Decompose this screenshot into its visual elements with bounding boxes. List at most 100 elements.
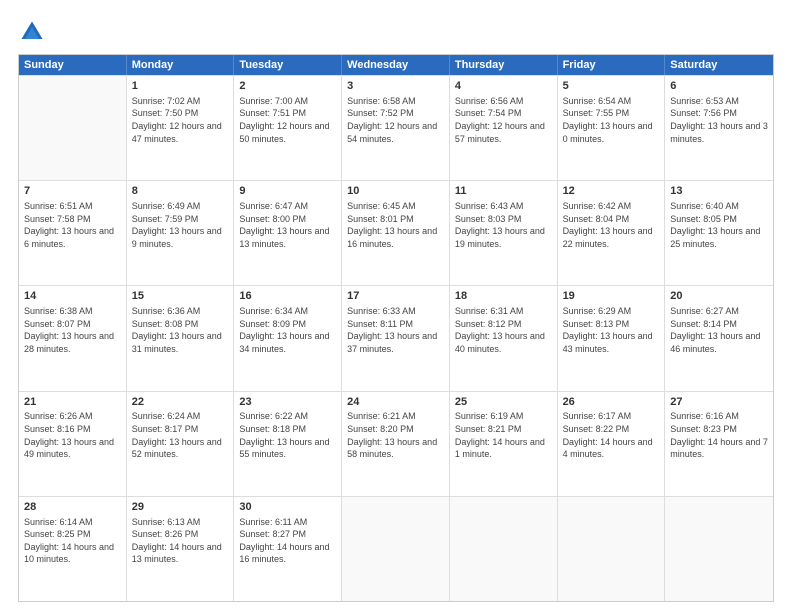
- calendar-cell: 8Sunrise: 6:49 AM Sunset: 7:59 PM Daylig…: [127, 181, 235, 285]
- calendar-cell: 5Sunrise: 6:54 AM Sunset: 7:55 PM Daylig…: [558, 76, 666, 180]
- day-number: 1: [132, 79, 229, 94]
- day-number: 30: [239, 500, 336, 515]
- calendar-week-3: 14Sunrise: 6:38 AM Sunset: 8:07 PM Dayli…: [19, 285, 773, 390]
- cell-sun-info: Sunrise: 6:33 AM Sunset: 8:11 PM Dayligh…: [347, 305, 444, 355]
- day-number: 13: [670, 184, 768, 199]
- day-number: 23: [239, 395, 336, 410]
- calendar-cell: 13Sunrise: 6:40 AM Sunset: 8:05 PM Dayli…: [665, 181, 773, 285]
- calendar-cell: 4Sunrise: 6:56 AM Sunset: 7:54 PM Daylig…: [450, 76, 558, 180]
- day-number: 22: [132, 395, 229, 410]
- calendar-week-5: 28Sunrise: 6:14 AM Sunset: 8:25 PM Dayli…: [19, 496, 773, 601]
- day-number: 4: [455, 79, 552, 94]
- cell-sun-info: Sunrise: 6:21 AM Sunset: 8:20 PM Dayligh…: [347, 410, 444, 460]
- header-day-thursday: Thursday: [450, 55, 558, 75]
- calendar-cell: 7Sunrise: 6:51 AM Sunset: 7:58 PM Daylig…: [19, 181, 127, 285]
- calendar-cell: [450, 497, 558, 601]
- day-number: 24: [347, 395, 444, 410]
- day-number: 8: [132, 184, 229, 199]
- logo-icon: [18, 18, 46, 46]
- day-number: 28: [24, 500, 121, 515]
- cell-sun-info: Sunrise: 6:31 AM Sunset: 8:12 PM Dayligh…: [455, 305, 552, 355]
- header-day-wednesday: Wednesday: [342, 55, 450, 75]
- day-number: 9: [239, 184, 336, 199]
- cell-sun-info: Sunrise: 6:42 AM Sunset: 8:04 PM Dayligh…: [563, 200, 660, 250]
- calendar-cell: 27Sunrise: 6:16 AM Sunset: 8:23 PM Dayli…: [665, 392, 773, 496]
- header: [18, 18, 774, 46]
- cell-sun-info: Sunrise: 6:53 AM Sunset: 7:56 PM Dayligh…: [670, 95, 768, 145]
- calendar-cell: 2Sunrise: 7:00 AM Sunset: 7:51 PM Daylig…: [234, 76, 342, 180]
- header-day-sunday: Sunday: [19, 55, 127, 75]
- day-number: 12: [563, 184, 660, 199]
- calendar-cell: 21Sunrise: 6:26 AM Sunset: 8:16 PM Dayli…: [19, 392, 127, 496]
- header-day-monday: Monday: [127, 55, 235, 75]
- calendar-cell: 9Sunrise: 6:47 AM Sunset: 8:00 PM Daylig…: [234, 181, 342, 285]
- cell-sun-info: Sunrise: 6:24 AM Sunset: 8:17 PM Dayligh…: [132, 410, 229, 460]
- cell-sun-info: Sunrise: 6:34 AM Sunset: 8:09 PM Dayligh…: [239, 305, 336, 355]
- cell-sun-info: Sunrise: 6:38 AM Sunset: 8:07 PM Dayligh…: [24, 305, 121, 355]
- day-number: 21: [24, 395, 121, 410]
- day-number: 5: [563, 79, 660, 94]
- calendar-cell: 1Sunrise: 7:02 AM Sunset: 7:50 PM Daylig…: [127, 76, 235, 180]
- cell-sun-info: Sunrise: 6:51 AM Sunset: 7:58 PM Dayligh…: [24, 200, 121, 250]
- cell-sun-info: Sunrise: 6:26 AM Sunset: 8:16 PM Dayligh…: [24, 410, 121, 460]
- calendar-cell: 23Sunrise: 6:22 AM Sunset: 8:18 PM Dayli…: [234, 392, 342, 496]
- calendar-cell: 29Sunrise: 6:13 AM Sunset: 8:26 PM Dayli…: [127, 497, 235, 601]
- cell-sun-info: Sunrise: 6:13 AM Sunset: 8:26 PM Dayligh…: [132, 516, 229, 566]
- cell-sun-info: Sunrise: 6:43 AM Sunset: 8:03 PM Dayligh…: [455, 200, 552, 250]
- cell-sun-info: Sunrise: 7:02 AM Sunset: 7:50 PM Dayligh…: [132, 95, 229, 145]
- day-number: 3: [347, 79, 444, 94]
- day-number: 20: [670, 289, 768, 304]
- calendar-cell: 6Sunrise: 6:53 AM Sunset: 7:56 PM Daylig…: [665, 76, 773, 180]
- calendar-body: 1Sunrise: 7:02 AM Sunset: 7:50 PM Daylig…: [19, 75, 773, 601]
- day-number: 6: [670, 79, 768, 94]
- cell-sun-info: Sunrise: 6:11 AM Sunset: 8:27 PM Dayligh…: [239, 516, 336, 566]
- logo: [18, 18, 50, 46]
- cell-sun-info: Sunrise: 6:29 AM Sunset: 8:13 PM Dayligh…: [563, 305, 660, 355]
- cell-sun-info: Sunrise: 6:40 AM Sunset: 8:05 PM Dayligh…: [670, 200, 768, 250]
- cell-sun-info: Sunrise: 6:19 AM Sunset: 8:21 PM Dayligh…: [455, 410, 552, 460]
- cell-sun-info: Sunrise: 6:58 AM Sunset: 7:52 PM Dayligh…: [347, 95, 444, 145]
- day-number: 10: [347, 184, 444, 199]
- day-number: 26: [563, 395, 660, 410]
- calendar-cell: [558, 497, 666, 601]
- cell-sun-info: Sunrise: 6:14 AM Sunset: 8:25 PM Dayligh…: [24, 516, 121, 566]
- day-number: 17: [347, 289, 444, 304]
- day-number: 15: [132, 289, 229, 304]
- calendar-cell: 22Sunrise: 6:24 AM Sunset: 8:17 PM Dayli…: [127, 392, 235, 496]
- calendar: SundayMondayTuesdayWednesdayThursdayFrid…: [18, 54, 774, 602]
- header-day-saturday: Saturday: [665, 55, 773, 75]
- calendar-header: SundayMondayTuesdayWednesdayThursdayFrid…: [19, 55, 773, 75]
- calendar-cell: 17Sunrise: 6:33 AM Sunset: 8:11 PM Dayli…: [342, 286, 450, 390]
- calendar-week-1: 1Sunrise: 7:02 AM Sunset: 7:50 PM Daylig…: [19, 75, 773, 180]
- cell-sun-info: Sunrise: 6:27 AM Sunset: 8:14 PM Dayligh…: [670, 305, 768, 355]
- day-number: 2: [239, 79, 336, 94]
- cell-sun-info: Sunrise: 6:54 AM Sunset: 7:55 PM Dayligh…: [563, 95, 660, 145]
- calendar-week-4: 21Sunrise: 6:26 AM Sunset: 8:16 PM Dayli…: [19, 391, 773, 496]
- day-number: 27: [670, 395, 768, 410]
- day-number: 18: [455, 289, 552, 304]
- cell-sun-info: Sunrise: 6:45 AM Sunset: 8:01 PM Dayligh…: [347, 200, 444, 250]
- cell-sun-info: Sunrise: 6:16 AM Sunset: 8:23 PM Dayligh…: [670, 410, 768, 460]
- cell-sun-info: Sunrise: 6:36 AM Sunset: 8:08 PM Dayligh…: [132, 305, 229, 355]
- calendar-cell: 3Sunrise: 6:58 AM Sunset: 7:52 PM Daylig…: [342, 76, 450, 180]
- calendar-cell: 19Sunrise: 6:29 AM Sunset: 8:13 PM Dayli…: [558, 286, 666, 390]
- cell-sun-info: Sunrise: 7:00 AM Sunset: 7:51 PM Dayligh…: [239, 95, 336, 145]
- day-number: 11: [455, 184, 552, 199]
- cell-sun-info: Sunrise: 6:47 AM Sunset: 8:00 PM Dayligh…: [239, 200, 336, 250]
- header-day-tuesday: Tuesday: [234, 55, 342, 75]
- calendar-cell: 11Sunrise: 6:43 AM Sunset: 8:03 PM Dayli…: [450, 181, 558, 285]
- day-number: 19: [563, 289, 660, 304]
- day-number: 7: [24, 184, 121, 199]
- calendar-cell: [342, 497, 450, 601]
- cell-sun-info: Sunrise: 6:56 AM Sunset: 7:54 PM Dayligh…: [455, 95, 552, 145]
- calendar-cell: 14Sunrise: 6:38 AM Sunset: 8:07 PM Dayli…: [19, 286, 127, 390]
- calendar-cell: 30Sunrise: 6:11 AM Sunset: 8:27 PM Dayli…: [234, 497, 342, 601]
- calendar-cell: [19, 76, 127, 180]
- calendar-cell: 28Sunrise: 6:14 AM Sunset: 8:25 PM Dayli…: [19, 497, 127, 601]
- day-number: 16: [239, 289, 336, 304]
- cell-sun-info: Sunrise: 6:22 AM Sunset: 8:18 PM Dayligh…: [239, 410, 336, 460]
- calendar-week-2: 7Sunrise: 6:51 AM Sunset: 7:58 PM Daylig…: [19, 180, 773, 285]
- calendar-cell: 12Sunrise: 6:42 AM Sunset: 8:04 PM Dayli…: [558, 181, 666, 285]
- day-number: 14: [24, 289, 121, 304]
- calendar-cell: 18Sunrise: 6:31 AM Sunset: 8:12 PM Dayli…: [450, 286, 558, 390]
